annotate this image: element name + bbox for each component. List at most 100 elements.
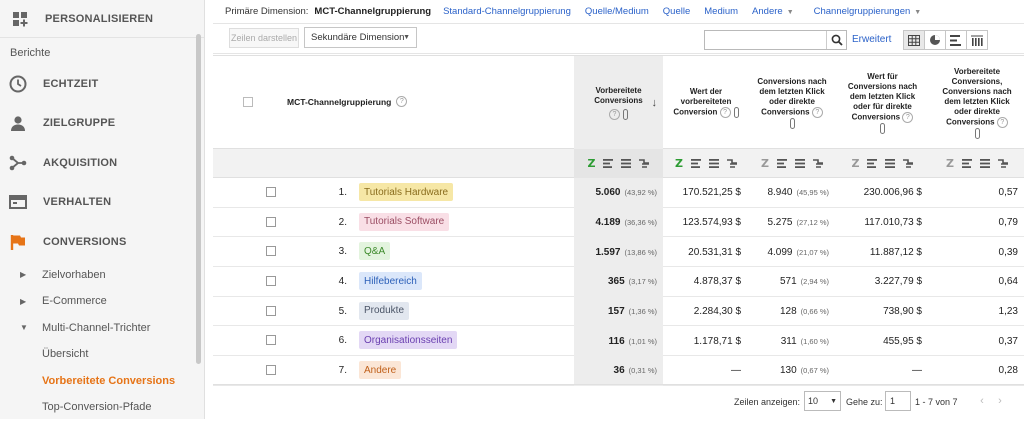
show-rows-button[interactable]: Zeilen darstellen xyxy=(229,28,299,48)
sparkline-z-icon[interactable]: Z xyxy=(588,157,596,170)
prev-page-icon[interactable]: ‹ xyxy=(975,394,989,408)
chevron-down-icon: ▼ xyxy=(914,9,922,16)
equal-lines-icon[interactable] xyxy=(708,159,719,168)
comparison-icon[interactable] xyxy=(639,159,650,168)
nav-sub2-overview[interactable]: Übersicht xyxy=(0,341,204,368)
performance-view-button[interactable] xyxy=(945,30,967,50)
search-icon xyxy=(831,34,843,46)
assisted-conversions-cell: 4.189 (36,36 %) xyxy=(574,207,663,238)
sparkline-z-icon[interactable]: Z xyxy=(675,157,683,170)
row-checkbox[interactable] xyxy=(266,276,276,287)
table-search-input[interactable] xyxy=(704,30,847,50)
row-checkbox[interactable] xyxy=(266,305,276,316)
bar-list-icon xyxy=(950,34,961,46)
comparison-view-button[interactable] xyxy=(966,30,988,50)
nav-sub2-assisted-conversions[interactable]: Vorbereitete Conversions xyxy=(0,368,204,395)
value: 4.099 xyxy=(767,246,793,258)
secondary-dimension-select[interactable]: Sekundäre Dimension ▼ xyxy=(304,27,417,48)
table-row: 3. Q&A 1.597 (13,86 %) 20.531,31 $ 4.099(… xyxy=(213,237,1024,268)
table-header: MCT-Channelgruppierung ? Vorbereitete Co… xyxy=(213,56,1024,149)
equal-lines-icon[interactable] xyxy=(794,159,805,168)
viz-cell: Z xyxy=(749,149,835,178)
channel-tag[interactable]: Hilfebereich xyxy=(359,272,422,291)
percent: (1,60 %) xyxy=(800,336,829,346)
col-header-line: Conversions, xyxy=(951,76,1003,86)
behavior-icon xyxy=(8,192,28,212)
comparison-icon[interactable] xyxy=(726,159,737,168)
ratio-cell: 0,57 xyxy=(998,187,1018,199)
last-click-conversions-cell: 311 (1,60 %) xyxy=(749,326,835,356)
comparison-icon[interactable] xyxy=(997,159,1008,168)
last-click-conversions-cell: 5.275 (27,12 %) xyxy=(749,208,835,238)
nav-item-realtime[interactable]: ECHTZEIT xyxy=(0,64,204,104)
next-page-icon[interactable]: › xyxy=(993,394,1007,408)
channel-tag[interactable]: Organisationsseiten xyxy=(359,331,458,350)
dimension-link-standard[interactable]: Standard-Channelgruppierung xyxy=(443,6,571,17)
sparkline-z-icon[interactable]: Z xyxy=(761,157,769,170)
channel-tag[interactable]: Q&A xyxy=(359,242,391,261)
section-label-reports: Berichte xyxy=(10,47,51,59)
row-checkbox[interactable] xyxy=(266,187,276,197)
table-view-button[interactable] xyxy=(903,30,925,50)
col-header-last-click-value[interactable]: Wert für Conversions nach dem letzten Kl… xyxy=(835,56,930,149)
channel-tag[interactable]: Tutorials Hardware xyxy=(359,183,454,201)
view-switcher xyxy=(903,30,988,50)
col-header-assisted-conversions[interactable]: Vorbereitete Conversions ? ↓ xyxy=(574,56,663,149)
paperclip-icon xyxy=(733,107,739,118)
comparison-icon[interactable] xyxy=(903,159,914,168)
nav-item-behavior[interactable]: VERHALTEN xyxy=(0,183,204,223)
channel-tag[interactable]: Tutorials Software xyxy=(359,212,450,231)
row-checkbox[interactable] xyxy=(266,246,276,257)
nav-sub-goals[interactable]: ▶ Zielvorhaben xyxy=(0,262,204,289)
comparison-icon[interactable] xyxy=(812,159,823,168)
col-header-last-click-conversions[interactable]: Conversions nach dem letzten Klick oder … xyxy=(749,56,835,149)
dimension-other-dropdown[interactable]: Andere ▼ xyxy=(752,6,794,17)
dimension-link-medium[interactable]: Medium xyxy=(704,6,738,17)
dimension-link-source-medium[interactable]: Quelle/Medium xyxy=(585,6,649,17)
nav-item-acquisition[interactable]: AKQUISITION xyxy=(0,143,204,183)
sparkline-z-icon[interactable]: Z xyxy=(852,157,860,170)
assisted-value-cell: 123.574,93 $ xyxy=(682,217,741,229)
col-header-assisted-value[interactable]: Wert der vorbereiteten Conversion ? xyxy=(663,56,749,149)
equal-lines-icon[interactable] xyxy=(979,159,990,168)
nav-personalize[interactable]: PERSONALISIEREN xyxy=(0,0,204,38)
nav-item-conversions[interactable]: CONVERSIONS xyxy=(0,222,204,262)
row-checkbox[interactable] xyxy=(266,365,276,376)
assisted-value-cell: — xyxy=(731,365,741,377)
rows-per-page-select[interactable]: 10 ▼ xyxy=(804,391,841,411)
value: 571 xyxy=(779,276,797,288)
bar-list-icon[interactable] xyxy=(961,159,972,168)
nav-sub-multichannel[interactable]: ▼ Multi-Channel-Trichter xyxy=(0,315,204,342)
equal-lines-icon[interactable] xyxy=(621,159,632,168)
channel-groupings-dropdown[interactable]: Channelgruppierungen ▼ xyxy=(814,6,922,17)
goto-page-input[interactable]: 1 xyxy=(885,391,911,411)
last-click-value-cell: 11.887,12 $ xyxy=(869,246,922,258)
select-all-checkbox[interactable] xyxy=(243,97,253,107)
nav-sub-ecommerce[interactable]: ▶ E-Commerce xyxy=(0,288,204,315)
channel-tag[interactable]: Produkte xyxy=(359,301,410,320)
primary-dimension-bar: Primäre Dimension: MCT-Channelgruppierun… xyxy=(213,0,1024,24)
viz-cell: Z xyxy=(574,149,663,178)
sparkline-z-icon[interactable]: Z xyxy=(946,157,954,170)
ratio-cell: 0,64 xyxy=(998,276,1018,288)
col-header-line: oder für direkte xyxy=(853,101,912,111)
sidebar-scrollbar[interactable] xyxy=(196,34,201,364)
advanced-filter-link[interactable]: Erweitert xyxy=(852,34,891,45)
pie-view-button[interactable] xyxy=(924,30,946,50)
nav-sub2-top-paths[interactable]: Top-Conversion-Pfade xyxy=(0,394,204,421)
primary-dimension-label: Primäre Dimension: xyxy=(225,6,309,17)
row-checkbox[interactable] xyxy=(266,216,276,227)
bar-list-icon[interactable] xyxy=(690,159,701,168)
bar-list-icon[interactable] xyxy=(867,159,878,168)
dimension-column-header[interactable]: MCT-Channelgruppierung ? xyxy=(287,96,408,107)
row-checkbox[interactable] xyxy=(266,335,276,346)
col-header-ratio[interactable]: Vorbereitete Conversions, Conversions na… xyxy=(930,56,1024,149)
equal-lines-icon[interactable] xyxy=(885,159,896,168)
search-button[interactable] xyxy=(826,31,846,49)
dimension-link-source[interactable]: Quelle xyxy=(663,6,690,17)
channel-tag[interactable]: Andere xyxy=(359,361,402,380)
assisted-value-cell: 1.178,71 $ xyxy=(693,335,741,347)
nav-item-audience[interactable]: ZIELGRUPPE xyxy=(0,104,204,144)
bar-list-icon[interactable] xyxy=(603,159,614,168)
bar-list-icon[interactable] xyxy=(776,159,787,168)
